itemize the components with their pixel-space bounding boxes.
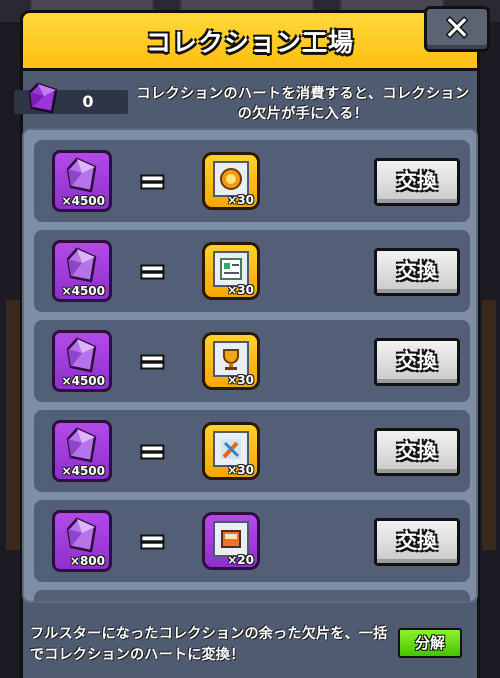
equals-sign: =: [139, 522, 166, 560]
reward-quantity: ×30: [227, 463, 254, 477]
reward-quantity: ×30: [227, 193, 254, 207]
reward-quantity: ×30: [227, 283, 254, 297]
exchange-button[interactable]: 交換: [374, 248, 460, 296]
document-card-icon: [213, 251, 249, 287]
exchange-button[interactable]: 交換: [374, 158, 460, 206]
heart-gem-icon: [66, 427, 97, 463]
tools-icon: [213, 431, 249, 467]
reward-tile: ×30: [202, 152, 260, 210]
equals-sign: =: [139, 342, 166, 380]
exchange-row: ×4500 = ×30 交換: [34, 230, 470, 312]
heart-cost-tile: ×4500: [52, 150, 112, 212]
background-side: [6, 300, 20, 550]
clock-medal-icon: [213, 161, 249, 197]
background-side: [482, 300, 496, 550]
book-icon: [213, 521, 249, 557]
reward-tile: ×20: [202, 512, 260, 570]
cost-quantity: ×4500: [61, 374, 105, 388]
footer-description: フルスターになったコレクションの余った欠片を、一括でコレクションのハートに変換！: [30, 626, 388, 663]
heart-gem-icon: [66, 247, 97, 283]
equals-sign: =: [139, 162, 166, 200]
heart-gem-icon: [66, 157, 97, 193]
equals-sign: =: [139, 432, 166, 470]
heart-gem-icon: [66, 517, 97, 553]
heart-cost-tile: ×4500: [52, 240, 112, 302]
exchange-list[interactable]: ×4500 = ×30 交換 ×4500 = ×30 交換 ×4500 = ×3…: [22, 128, 478, 603]
breakdown-button[interactable]: 分解: [398, 628, 462, 658]
dialog-title: コレクション工場: [145, 28, 354, 57]
equals-sign: =: [139, 252, 166, 290]
exchange-row: ×800 = ×20 交換: [34, 500, 470, 582]
hearts-count: 0: [82, 92, 94, 111]
heart-cost-tile: ×800: [52, 510, 112, 572]
exchange-row-partial: [34, 590, 470, 601]
reward-quantity: ×30: [227, 373, 254, 387]
exchange-button[interactable]: 交換: [374, 428, 460, 476]
exchange-button[interactable]: 交換: [374, 338, 460, 386]
heart-gem-icon: [28, 82, 58, 114]
reward-quantity: ×20: [227, 553, 254, 567]
close-button[interactable]: ✕: [424, 6, 490, 52]
heart-cost-tile: ×4500: [52, 420, 112, 482]
cost-quantity: ×800: [69, 554, 105, 568]
heart-cost-tile: ×4500: [52, 330, 112, 392]
title-bar: コレクション工場: [23, 13, 477, 71]
close-icon: ✕: [443, 9, 471, 47]
cost-quantity: ×4500: [61, 194, 105, 208]
trophy-icon: [213, 341, 249, 377]
exchange-row: ×4500 = ×30 交換: [34, 410, 470, 492]
reward-tile: ×30: [202, 422, 260, 480]
info-text: コレクションのハートを消費すると、コレクションの欠片が手に入る！: [136, 86, 470, 122]
heart-gem-icon: [66, 337, 97, 373]
exchange-row: ×4500 = ×30 交換: [34, 140, 470, 222]
cost-quantity: ×4500: [61, 284, 105, 298]
exchange-row: ×4500 = ×30 交換: [34, 320, 470, 402]
reward-tile: ×30: [202, 242, 260, 300]
exchange-button[interactable]: 交換: [374, 518, 460, 566]
reward-tile: ×30: [202, 332, 260, 390]
cost-quantity: ×4500: [61, 464, 105, 478]
